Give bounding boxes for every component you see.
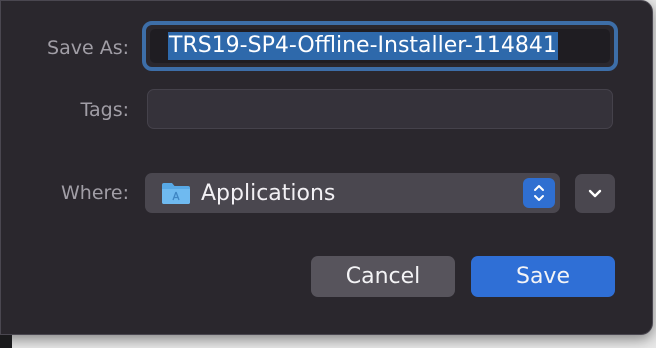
background-window-edge [0,335,12,348]
save-dialog: Save As: TRS19-SP4-Offline-Installer-114… [0,0,653,335]
save-as-label: Save As: [47,37,129,59]
chevron-down-icon [587,184,603,203]
save-button[interactable]: Save [471,256,615,297]
chevron-up-down-icon[interactable] [523,178,555,208]
cancel-button[interactable]: Cancel [311,256,455,297]
tags-label: Tags: [80,99,129,121]
where-location-popup[interactable]: Applications [145,173,560,213]
save-as-text-area[interactable]: TRS19-SP4-Offline-Installer-114841 [150,29,610,63]
where-label: Where: [60,182,129,204]
expand-dialog-button[interactable] [575,174,615,213]
folder-icon [161,181,191,205]
save-as-selected-text[interactable]: TRS19-SP4-Offline-Installer-114841 [168,32,558,60]
save-as-input[interactable]: TRS19-SP4-Offline-Installer-114841 [142,21,618,71]
where-value: Applications [201,180,336,206]
tags-input[interactable] [147,89,613,129]
